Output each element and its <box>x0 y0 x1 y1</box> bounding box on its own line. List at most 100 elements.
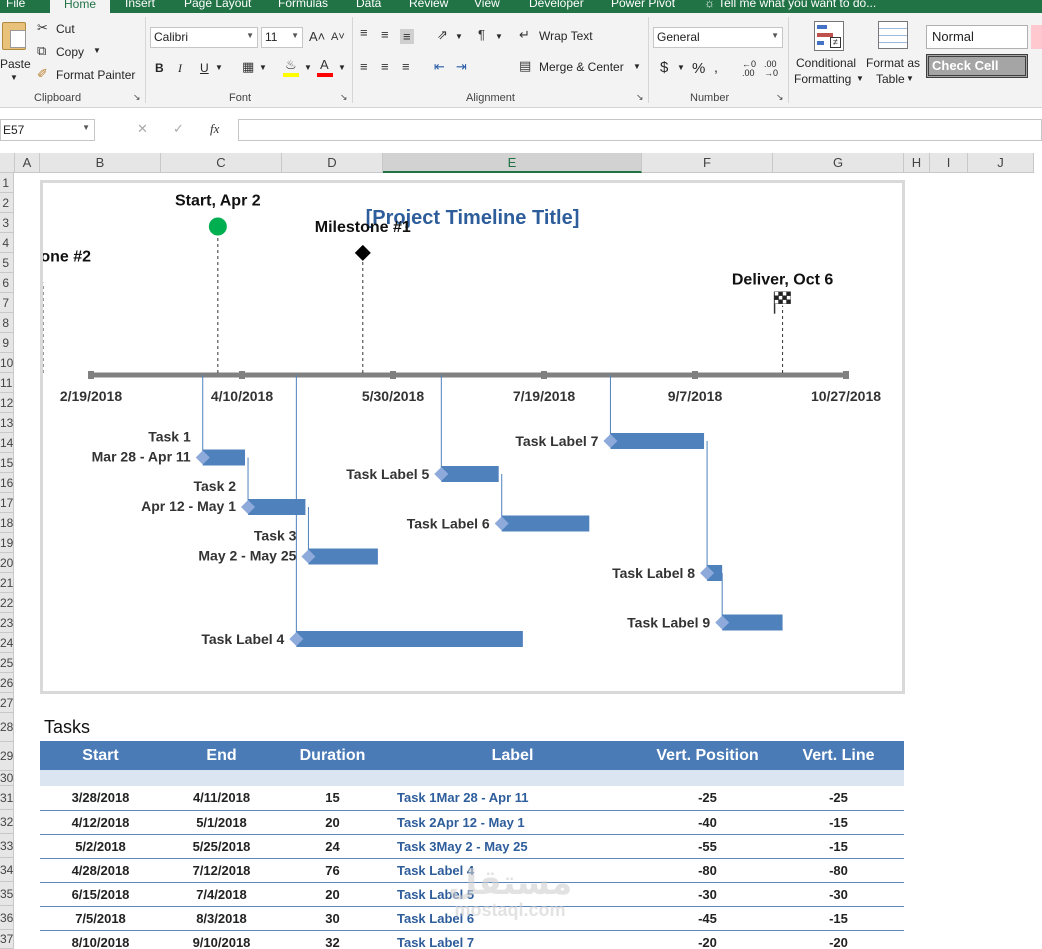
row-header[interactable]: 7 <box>0 293 14 313</box>
row-header[interactable]: 32 <box>0 810 14 834</box>
table-cell[interactable]: -30 <box>642 882 773 907</box>
tab-page-layout[interactable]: Page Layout <box>184 0 251 10</box>
chevron-down-icon[interactable]: ▼ <box>304 63 312 72</box>
fill-color-button[interactable]: ♨ <box>283 57 301 77</box>
percent-button[interactable]: % <box>692 60 705 77</box>
chevron-down-icon[interactable]: ▼ <box>259 63 267 72</box>
column-header-g[interactable]: G <box>773 153 904 173</box>
decrease-indent-icon[interactable]: ⇤ <box>434 59 445 75</box>
tab-home[interactable]: Home <box>50 0 111 13</box>
table-cell[interactable]: -40 <box>642 810 773 835</box>
header-start[interactable]: Start <box>40 741 161 770</box>
table-cell[interactable]: 7/12/2018 <box>161 858 282 883</box>
table-cell[interactable]: 20 <box>282 882 383 907</box>
row-header[interactable]: 3 <box>0 213 14 233</box>
row-header[interactable]: 14 <box>0 433 14 453</box>
chevron-down-icon[interactable]: ▼ <box>338 63 346 72</box>
table-cell[interactable]: -25 <box>642 786 773 811</box>
style-normal[interactable]: Normal <box>926 25 1028 49</box>
table-cell[interactable]: Task 2Apr 12 - May 1 <box>383 810 642 835</box>
row-header[interactable]: 25 <box>0 653 14 673</box>
currency-button[interactable]: $ <box>660 59 668 76</box>
dialog-launcher-icon[interactable]: ↘ <box>340 92 348 103</box>
row-header[interactable]: 36 <box>0 906 14 930</box>
table-cell[interactable]: -80 <box>773 858 904 883</box>
format-as-table-button[interactable]: Format as Table ▼ <box>866 21 922 91</box>
dialog-launcher-icon[interactable]: ↘ <box>776 92 784 103</box>
header-duration[interactable]: Duration <box>282 741 383 770</box>
tab-power-pivot[interactable]: Power Pivot <box>611 0 675 10</box>
table-cell[interactable]: -20 <box>642 930 773 949</box>
table-cell[interactable]: -30 <box>773 882 904 907</box>
font-color-button[interactable]: A <box>317 57 335 77</box>
table-cell[interactable]: -80 <box>642 858 773 883</box>
row-header[interactable]: 30 <box>0 771 14 786</box>
table-cell[interactable]: 5/1/2018 <box>161 810 282 835</box>
align-left-icon[interactable]: ≡ <box>360 59 368 74</box>
increase-decimal-icon[interactable]: ←0.00 <box>742 60 756 78</box>
row-header[interactable]: 13 <box>0 413 14 433</box>
table-cell[interactable]: 6/15/2018 <box>40 882 161 907</box>
table-cell[interactable]: 76 <box>282 858 383 883</box>
row-header[interactable]: 2 <box>0 193 14 213</box>
row-header[interactable]: 31 <box>0 786 14 810</box>
underline-button[interactable]: U <box>200 61 209 75</box>
wrap-text-button[interactable]: ↵ Wrap Text <box>519 27 609 45</box>
bold-button[interactable]: B <box>155 61 164 75</box>
table-cell[interactable]: 4/12/2018 <box>40 810 161 835</box>
header-vert-position[interactable]: Vert. Position <box>642 741 773 770</box>
align-top-icon[interactable]: ≡ <box>360 25 368 40</box>
paste-button[interactable]: Paste ▼ <box>0 18 32 88</box>
table-cell[interactable]: -15 <box>773 906 904 931</box>
tab-formulas[interactable]: Formulas <box>278 0 328 10</box>
row-header[interactable]: 37 <box>0 930 14 949</box>
column-header-j[interactable]: J <box>968 153 1034 173</box>
column-header-f[interactable]: F <box>642 153 773 173</box>
row-header[interactable]: 17 <box>0 493 14 513</box>
chevron-down-icon[interactable]: ▼ <box>495 32 503 41</box>
table-cell[interactable] <box>40 770 904 786</box>
chevron-down-icon[interactable]: ▼ <box>455 32 463 41</box>
table-cell[interactable]: 15 <box>282 786 383 811</box>
table-cell[interactable]: 4/28/2018 <box>40 858 161 883</box>
row-header[interactable]: 12 <box>0 393 14 413</box>
conditional-formatting-button[interactable]: ≠ Conditional Formatting ▼ <box>794 21 864 91</box>
table-cell[interactable]: 24 <box>282 834 383 859</box>
row-header[interactable]: 6 <box>0 273 14 293</box>
row-header[interactable]: 10 <box>0 353 14 373</box>
number-format-select[interactable]: General ▼ <box>653 27 783 48</box>
table-cell[interactable]: Task Label 4 <box>383 858 642 883</box>
row-header[interactable]: 9 <box>0 333 14 353</box>
format-painter-button[interactable]: ✐ Format Painter <box>37 66 142 84</box>
table-cell[interactable]: -20 <box>773 930 904 949</box>
row-header[interactable]: 35 <box>0 882 14 906</box>
row-header[interactable]: 28 <box>0 713 14 742</box>
row-header[interactable]: 8 <box>0 313 14 333</box>
align-bottom-icon[interactable]: ≡ <box>400 29 414 44</box>
table-cell[interactable]: 8/10/2018 <box>40 930 161 949</box>
column-header-a[interactable]: A <box>15 153 40 173</box>
chevron-down-icon[interactable]: ▼ <box>215 63 223 72</box>
table-cell[interactable]: 5/25/2018 <box>161 834 282 859</box>
borders-icon[interactable]: ▦ <box>242 59 254 75</box>
row-header[interactable]: 27 <box>0 693 14 713</box>
table-cell[interactable]: 8/3/2018 <box>161 906 282 931</box>
row-header[interactable]: 33 <box>0 834 14 858</box>
tell-me-search[interactable]: ☼ Tell me what you want to do... <box>704 0 876 10</box>
increase-indent-icon[interactable]: ⇥ <box>456 59 467 75</box>
row-header[interactable]: 20 <box>0 553 14 573</box>
style-check-cell[interactable]: Check Cell <box>926 54 1028 78</box>
increase-font-icon[interactable]: A˄ <box>309 29 325 44</box>
tab-developer[interactable]: Developer <box>529 0 584 10</box>
table-cell[interactable]: -25 <box>773 786 904 811</box>
row-header[interactable]: 15 <box>0 453 14 473</box>
style-bad-swatch[interactable] <box>1031 25 1042 49</box>
table-cell[interactable]: Task Label 7 <box>383 930 642 949</box>
header-end[interactable]: End <box>161 741 282 770</box>
row-header[interactable]: 34 <box>0 858 14 882</box>
font-name-select[interactable]: Calibri ▼ <box>150 27 258 48</box>
table-cell[interactable]: 7/5/2018 <box>40 906 161 931</box>
row-header[interactable]: 4 <box>0 233 14 253</box>
tab-insert[interactable]: Insert <box>125 0 155 10</box>
table-cell[interactable]: -15 <box>773 810 904 835</box>
